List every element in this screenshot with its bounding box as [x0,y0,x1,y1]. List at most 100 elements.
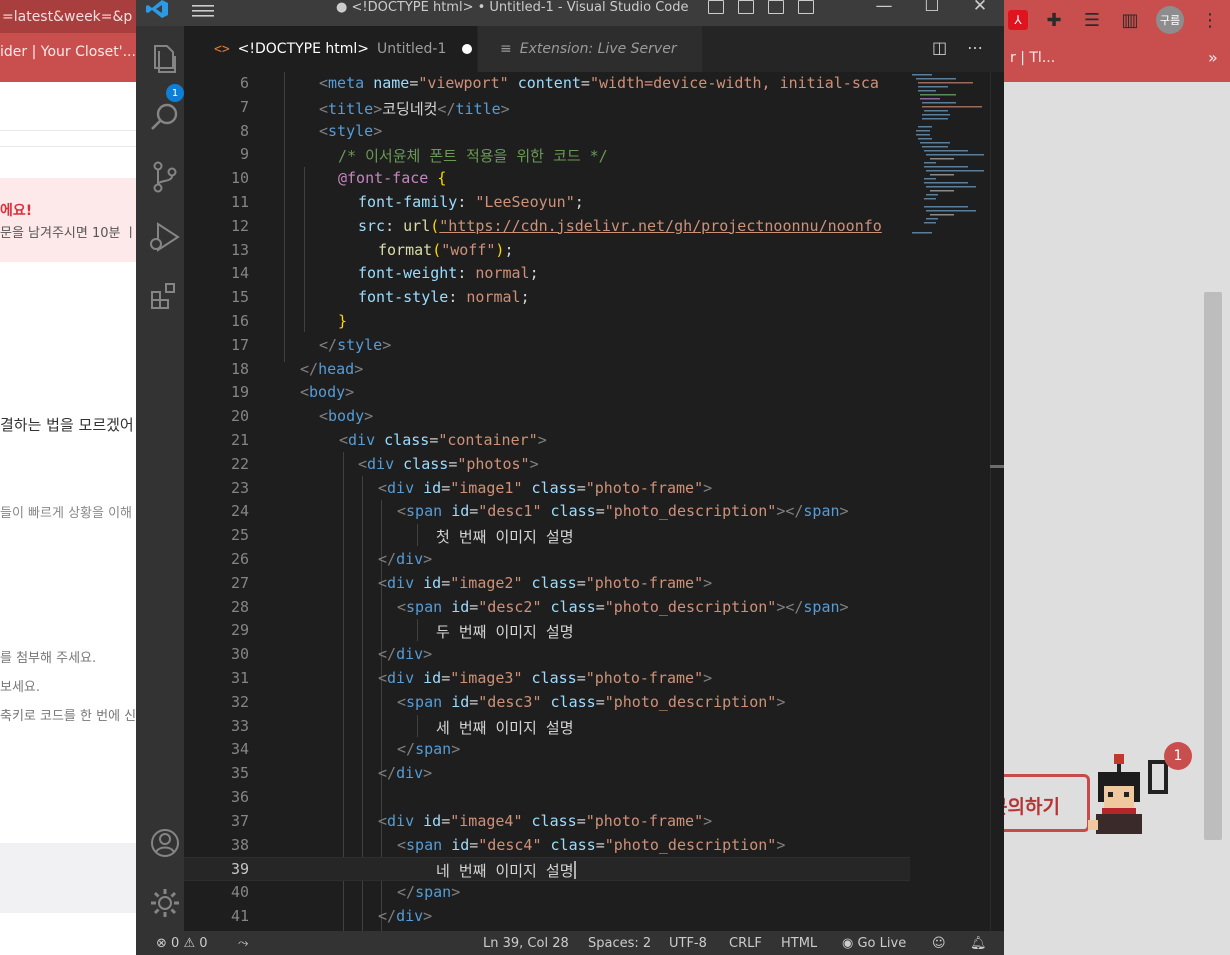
code-line: 32 <span id="desc3" class="photo_descript… [230,692,786,711]
problems-indicator[interactable]: ⊗ 0 ⚠ 0 [156,936,208,951]
alert-title: 에요! [0,203,33,219]
mascot-character-icon[interactable] [1088,752,1168,836]
window-controls: — ☐ ✕ [860,0,1004,16]
code-line: 22 <div class="photos"> [230,454,539,473]
code-line: 37 <div id="image4" class="photo-frame"> [230,811,713,830]
code-line: 40 </span> [230,883,461,902]
puzzle-extensions-icon[interactable]: ✚ [1042,8,1066,32]
toggle-panel-icon[interactable] [738,0,754,14]
code-line: 20 <body> [230,407,374,426]
media-queue-icon[interactable]: ☰ [1080,8,1104,32]
helper-text: 축키로 코드를 한 번에 신 [0,709,137,724]
minimize-icon[interactable]: — [860,0,908,16]
extensions-icon[interactable] [148,280,182,314]
extension-icons: ⅄ ✚ ☰ ▥ 구름 ⋮ [1008,6,1222,34]
language-mode[interactable]: HTML [781,936,817,951]
explorer-badge: 1 [166,84,184,102]
vscode-window: ● <!DOCTYPE html> • Untitled-1 - Visual … [136,0,1004,955]
menu-icon[interactable] [192,5,214,17]
code-line: 6 <meta name="viewport" content="width=de… [239,74,879,92]
customize-layout-icon[interactable] [798,0,814,14]
bookmark-item-right[interactable]: r | Tl... [1010,50,1055,66]
code-line: 12 src: url("https://cdn.jsdelivr.net/gh/… [230,216,882,235]
explorer-icon[interactable] [148,42,182,76]
code-line-current[interactable]: 39 네 번째 이미지 설명 [184,857,910,882]
minimap[interactable] [910,72,990,931]
toggle-secondary-sidebar-icon[interactable] [768,0,784,14]
end-of-line[interactable]: CRLF [729,936,762,951]
activity-bar: 1 [136,26,184,931]
browser-menu-icon[interactable]: ⋮ [1198,8,1222,32]
divider [0,146,136,147]
tab-sublabel: Untitled-1 [377,41,447,57]
vscode-logo-icon [146,0,168,18]
editor-tabs: <> <!DOCTYPE html> Untitled-1 ≡ Extensio… [184,26,1004,72]
maximize-icon[interactable]: ☐ [908,0,956,16]
code-line: 25 첫 번째 이미지 설명 [230,526,574,547]
helper-text: 들이 빠르게 상황을 이해 [0,506,132,521]
code-line: 11 font-family: "LeeSeoyun"; [230,193,584,211]
code-line: 9/* 이서윤체 폰트 적용을 위한 코드 */ [239,145,608,166]
encoding[interactable]: UTF-8 [669,936,707,951]
editor-actions: ◫ ⋯ [932,38,983,57]
toggle-primary-sidebar-icon[interactable] [708,0,724,14]
editor-scrollbar[interactable] [990,72,1004,931]
code-line: 31 <div id="image3" class="photo-frame"> [230,669,713,687]
code-line: 8 <style> [239,121,383,140]
notification-badge[interactable]: 1 [1164,742,1192,770]
accounts-icon[interactable] [148,826,182,860]
scroll-position-marker [990,465,1004,468]
code-line: 14 font-weight: normal; [230,264,539,283]
text-cursor [573,861,576,880]
tab-untitled-1[interactable]: <> <!DOCTYPE html> Untitled-1 [184,26,478,72]
go-live-button[interactable]: ◉ Go Live [842,936,906,951]
code-line: 36 [230,788,249,806]
helper-text: 보세요. [0,680,41,695]
code-line: 28 <span id="desc2" class="photo_descript… [230,597,849,616]
gear-icon[interactable] [148,886,182,920]
cursor-position[interactable]: Ln 39, Col 28 [483,936,569,951]
code-line: 41 </div> [230,907,433,925]
helper-text: 를 첨부해 주세요. [0,651,97,666]
unsaved-dot-icon[interactable] [462,44,473,54]
pdf-extension-icon[interactable]: ⅄ [1008,10,1028,30]
code-line: 19 <body> [230,383,355,402]
code-line: 13 format("woff"); [230,240,514,259]
code-line: 17 </style> [230,335,392,354]
alert-banner [0,178,136,262]
close-icon[interactable]: ✕ [956,0,1004,16]
code-line: 35 </div> [230,764,433,783]
profile-avatar[interactable]: 구름 [1156,6,1184,34]
divider [0,130,136,131]
source-control-icon[interactable] [148,160,182,194]
live-share-icon[interactable]: ⤳ [238,936,248,951]
code-line: 7 <title>코딩네컷</title> [239,97,510,118]
more-actions-icon[interactable]: ⋯ [967,38,983,57]
layout-controls [708,0,814,14]
code-line: 27 <div id="image2" class="photo-frame"> [230,573,713,592]
tab-label: Extension: Live Server [519,41,677,57]
tab-label: <!DOCTYPE html> [237,41,370,57]
indentation[interactable]: Spaces: 2 [588,936,651,951]
code-line: 33 세 번째 이미지 설명 [230,716,574,737]
code-editor[interactable]: 6 <meta name="viewport" content="width=de… [184,72,910,931]
tab-extension-live-server[interactable]: ≡ Extension: Live Server [478,26,702,72]
feedback-icon[interactable]: ☺ [932,936,946,951]
code-line: 23 <div id="image1" class="photo-frame"> [230,478,713,497]
go-live-label: Go Live [857,936,907,951]
error-icon: ⊗ [156,936,167,951]
notifications-bell-icon[interactable]: 🔔︎ [970,936,987,951]
bookmarks-overflow-icon[interactable]: » [1208,48,1218,67]
alert-body: 문을 남겨주시면 10분 ㅣ [0,226,137,241]
html-file-icon: <> [214,41,230,57]
bookmark-item[interactable]: ider | Your Closet'... [0,44,136,60]
warning-count: 0 [199,936,208,951]
browser-scrollbar[interactable] [1204,292,1222,840]
split-editor-icon[interactable]: ◫ [932,38,947,57]
code-line: 10 @font-face { [230,169,447,188]
search-icon[interactable] [148,100,182,134]
run-debug-icon[interactable] [148,220,182,254]
side-panel-icon[interactable]: ▥ [1118,8,1142,32]
page-footer [0,843,136,913]
browser-url-fragment[interactable]: =latest&week=&p [0,0,136,33]
